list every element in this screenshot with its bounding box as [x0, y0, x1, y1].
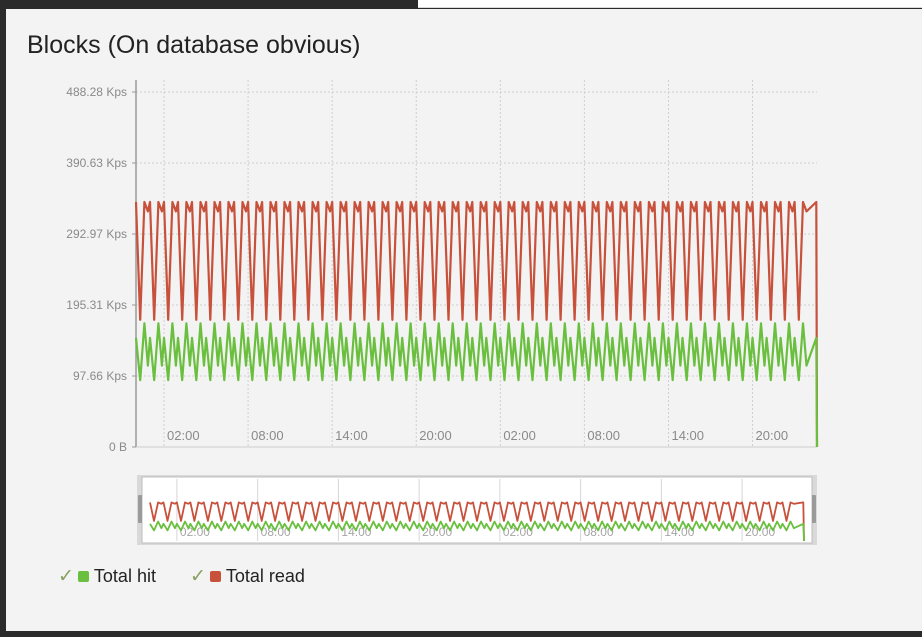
y-tick-label: 195.31 Kps [66, 298, 127, 312]
navigator-handle-left [138, 495, 142, 523]
grid-lines [136, 80, 817, 447]
series-lines [134, 200, 819, 448]
series-line-total-read [134, 200, 819, 448]
check-icon: ✓ [58, 566, 74, 587]
y-tick-label: 97.66 Kps [73, 369, 127, 383]
y-tick-label: 390.63 Kps [66, 156, 127, 170]
range-navigator[interactable]: 02:00 08:00 14:00 20:00 02:00 08:00 14:00 20:00 [137, 475, 817, 545]
x-tick-label: 14:00 [671, 428, 704, 443]
x-tick-label: 08:00 [587, 428, 620, 443]
legend: ✓ Total hit ✓ Total read [58, 565, 339, 588]
y-tick-label: 0 B [109, 440, 127, 454]
x-tick-label: 08:00 [251, 428, 284, 443]
navigator-handle-right [812, 495, 816, 523]
chart-panel: Blocks (On database obvious) 0 B 97.66 Kp… [6, 9, 922, 631]
legend-swatch-read [209, 571, 221, 582]
top-strip [418, 0, 922, 8]
navigator-window [141, 476, 813, 544]
y-tick-label: 488.28 Kps [66, 85, 127, 99]
check-icon: ✓ [189, 566, 206, 587]
x-tick-label: 20:00 [756, 428, 789, 443]
legend-item-total-read[interactable]: ✓ Total read [190, 565, 305, 588]
legend-swatch-hit [77, 571, 89, 582]
series-line-total-hit [134, 322, 819, 448]
x-tick-label: 20:00 [419, 428, 452, 443]
y-tick-label: 292.97 Kps [66, 227, 127, 241]
legend-item-total-hit[interactable]: ✓ Total hit [58, 565, 156, 588]
x-tick-label: 14:00 [335, 428, 368, 443]
x-tick-label: 02:00 [167, 428, 200, 443]
legend-label-hit: Total hit [93, 566, 156, 586]
y-axis: 0 B 97.66 Kps 195.31 Kps 292.97 Kps 390.63 K… [66, 80, 137, 454]
chart-svg: 0 B 97.66 Kps 195.31 Kps 292.97 Kps 390.63 K… [66, 80, 819, 545]
x-tick-label: 02:00 [503, 428, 536, 443]
legend-label-read: Total read [225, 566, 305, 586]
x-axis: 02:00 08:00 14:00 20:00 02:00 08:00 14:00 20:00 [136, 428, 817, 448]
